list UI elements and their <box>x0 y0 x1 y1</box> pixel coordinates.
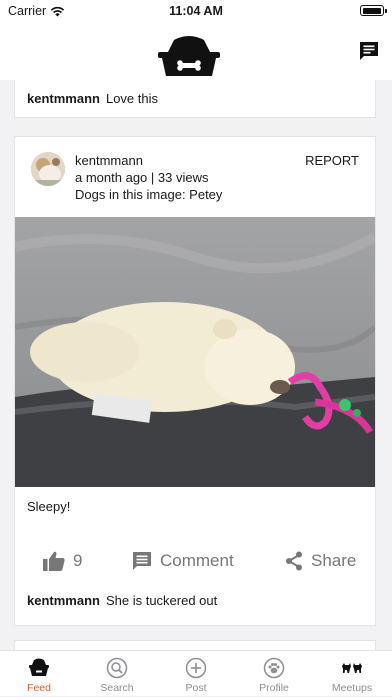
post-username[interactable]: kentmmann <box>75 153 143 168</box>
search-icon <box>106 657 128 679</box>
comment-username[interactable]: kentmmann <box>27 593 100 608</box>
avatar[interactable] <box>31 152 65 186</box>
post-photo-image <box>15 217 375 487</box>
comment-icon <box>133 552 151 570</box>
status-bar: Carrier 11:04 AM <box>0 0 392 22</box>
avatar-image <box>31 152 65 186</box>
tab-feed[interactable]: Feed <box>0 651 78 697</box>
nav-bar <box>0 22 392 80</box>
comment-text: Love this <box>105 91 159 106</box>
report-button[interactable]: REPORT <box>305 153 359 168</box>
thumbs-up-icon <box>43 551 65 571</box>
dogs-icon <box>342 663 362 673</box>
dog-bowl-bone-logo-icon <box>158 36 220 76</box>
post-photo[interactable] <box>15 217 375 487</box>
post-card: kentmmann a month ago | 33 views Dogs in… <box>14 136 376 626</box>
tab-post[interactable]: Post <box>157 651 235 697</box>
paw-icon <box>263 657 285 679</box>
post-caption: Sleepy! <box>27 499 71 514</box>
tab-label: Search <box>100 682 134 694</box>
like-count: 9 <box>73 551 83 570</box>
feed-bowl-icon <box>29 658 49 676</box>
add-icon <box>185 657 207 679</box>
message-icon[interactable] <box>358 40 380 62</box>
feed[interactable]: kentmmann Love this kentmmann a month ago… <box>0 80 392 650</box>
post-meta: a month ago | 33 views <box>75 170 209 185</box>
tab-label: Feed <box>27 682 51 694</box>
tab-profile[interactable]: Profile <box>235 651 313 697</box>
tab-meetups[interactable]: Meetups <box>313 651 391 697</box>
clock: 11:04 AM <box>169 4 223 18</box>
tab-label: Post <box>185 682 207 694</box>
battery-level <box>362 7 381 14</box>
tab-label: Meetups <box>331 682 373 694</box>
share-button[interactable]: Share <box>285 551 356 571</box>
comment: kentmmann Love this <box>27 91 158 106</box>
previous-post-card: kentmmann Love this <box>14 80 376 118</box>
comment: kentmmann She is tuckered out <box>27 593 217 608</box>
share-label: Share <box>311 551 357 570</box>
comment-button[interactable]: Comment <box>132 551 234 571</box>
post-actions: 9 Comment Share <box>15 551 375 577</box>
post-dogs[interactable]: Dogs in this image: Petey <box>75 187 222 202</box>
tab-search[interactable]: Search <box>78 651 156 697</box>
battery-icon <box>360 5 387 16</box>
like-button[interactable]: 9 <box>43 551 82 571</box>
comment-label: Comment <box>160 551 234 570</box>
tab-label: Profile <box>259 682 289 694</box>
comment-username[interactable]: kentmmann <box>27 91 100 106</box>
tab-bar: Feed Search Post Profile Meetups <box>0 650 392 696</box>
next-post-card <box>14 640 376 650</box>
comment-text: She is tuckered out <box>105 593 218 608</box>
share-icon <box>286 551 302 571</box>
